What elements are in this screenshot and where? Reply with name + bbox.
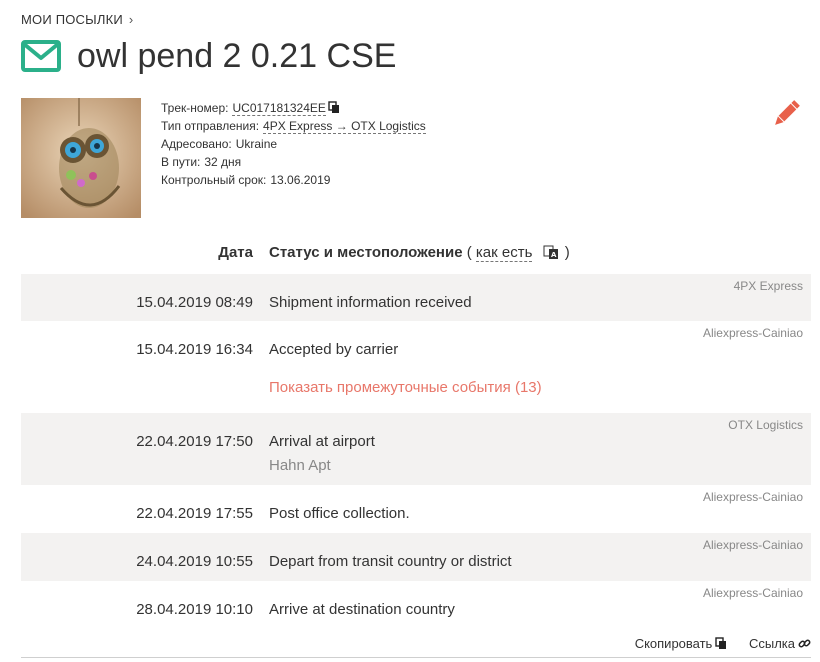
- footer-bar: Скопировать Ссылка: [21, 633, 811, 658]
- envelope-icon: [21, 40, 61, 72]
- page-title: owl pend 2 0.21 CSE: [77, 37, 397, 75]
- chevron-right-icon: ›: [128, 12, 134, 27]
- tracking-label: Трек-номер:: [161, 101, 229, 115]
- event-row: 15.04.2019 08:49 Shipment information re…: [21, 274, 811, 321]
- close-paren: ): [564, 244, 570, 261]
- event-date: 15.04.2019 16:34: [136, 341, 253, 358]
- event-date: 22.04.2019 17:55: [136, 505, 253, 522]
- shipping-type-label: Тип отправления:: [161, 119, 260, 133]
- in-transit-value: 32 дня: [204, 155, 242, 169]
- event-row: 28.04.2019 10:10 Arrive at destination c…: [21, 581, 811, 629]
- tracking-number-link[interactable]: UC017181324EE: [232, 101, 326, 116]
- event-carrier: Aliexpress-Cainiao: [702, 586, 803, 600]
- addressed-value: Ukraine: [235, 137, 278, 151]
- parcel-photo: [21, 98, 141, 218]
- events-list: 15.04.2019 08:49 Shipment information re…: [21, 274, 811, 629]
- pencil-icon[interactable]: [770, 100, 800, 130]
- deadline-label: Контрольный срок:: [161, 173, 267, 187]
- event-carrier: Aliexpress-Cainiao: [702, 490, 803, 504]
- status-column-header: Статус и местоположение: [269, 244, 463, 261]
- event-carrier: 4PX Express: [733, 279, 803, 293]
- open-paren: (: [466, 244, 472, 261]
- date-column-header: Дата: [218, 244, 253, 261]
- translate-icon[interactable]: A: [543, 244, 559, 260]
- event-status: Arrive at destination country: [269, 601, 455, 618]
- copy-button[interactable]: Скопировать: [635, 636, 728, 651]
- event-status: Depart from transit country or district: [269, 553, 512, 570]
- event-date: 15.04.2019 08:49: [136, 294, 253, 311]
- event-carrier: Aliexpress-Cainiao: [702, 538, 803, 552]
- event-status: Arrival at airport: [269, 433, 375, 450]
- link-label: Ссылка: [748, 636, 795, 651]
- link-button[interactable]: Ссылка: [749, 636, 811, 651]
- event-row: 22.04.2019 17:55 Post office collection.…: [21, 485, 811, 533]
- as-is-link[interactable]: как есть: [475, 244, 533, 262]
- event-carrier: Aliexpress-Cainiao: [702, 326, 803, 340]
- event-status: Accepted by carrier: [269, 341, 399, 358]
- link-icon: [798, 639, 811, 648]
- event-row: 22.04.2019 17:50 Arrival at airport Hahn…: [21, 413, 811, 485]
- show-intermediate-events-link[interactable]: Показать промежуточные события (13): [269, 379, 542, 396]
- copy-label: Скопировать: [634, 636, 713, 651]
- event-row: 15.04.2019 16:34 Accepted by carrier Ali…: [21, 321, 811, 369]
- shipping-type-link[interactable]: 4PX Express → OTX Logistics: [263, 119, 426, 134]
- event-carrier: OTX Logistics: [728, 418, 803, 432]
- addressed-label: Адресовано:: [161, 137, 232, 151]
- event-date: 28.04.2019 10:10: [136, 601, 253, 618]
- deadline-value: 13.06.2019: [270, 173, 331, 187]
- breadcrumb[interactable]: МОИ ПОСЫЛКИ ›: [21, 12, 133, 27]
- event-status: Post office collection.: [269, 505, 410, 522]
- show-intermediate-row: Показать промежуточные события (13): [21, 369, 811, 413]
- event-date: 22.04.2019 17:50: [136, 433, 253, 450]
- in-transit-label: В пути:: [161, 155, 201, 169]
- event-status: Shipment information received: [269, 294, 472, 311]
- svg-text:A: A: [551, 251, 557, 259]
- event-location: Hahn Apt: [269, 457, 331, 474]
- parcel-info: Трек-номер: UC017181324EE Тип отправления…: [161, 99, 426, 189]
- breadcrumb-my-parcels[interactable]: МОИ ПОСЫЛКИ: [21, 12, 123, 27]
- event-date: 24.04.2019 10:55: [136, 553, 253, 570]
- events-table-header: Дата Статус и местоположение ( как есть …: [21, 240, 811, 266]
- copy-icon: [715, 637, 727, 649]
- copy-icon[interactable]: [328, 101, 340, 114]
- event-row: 24.04.2019 10:55 Depart from transit cou…: [21, 533, 811, 581]
